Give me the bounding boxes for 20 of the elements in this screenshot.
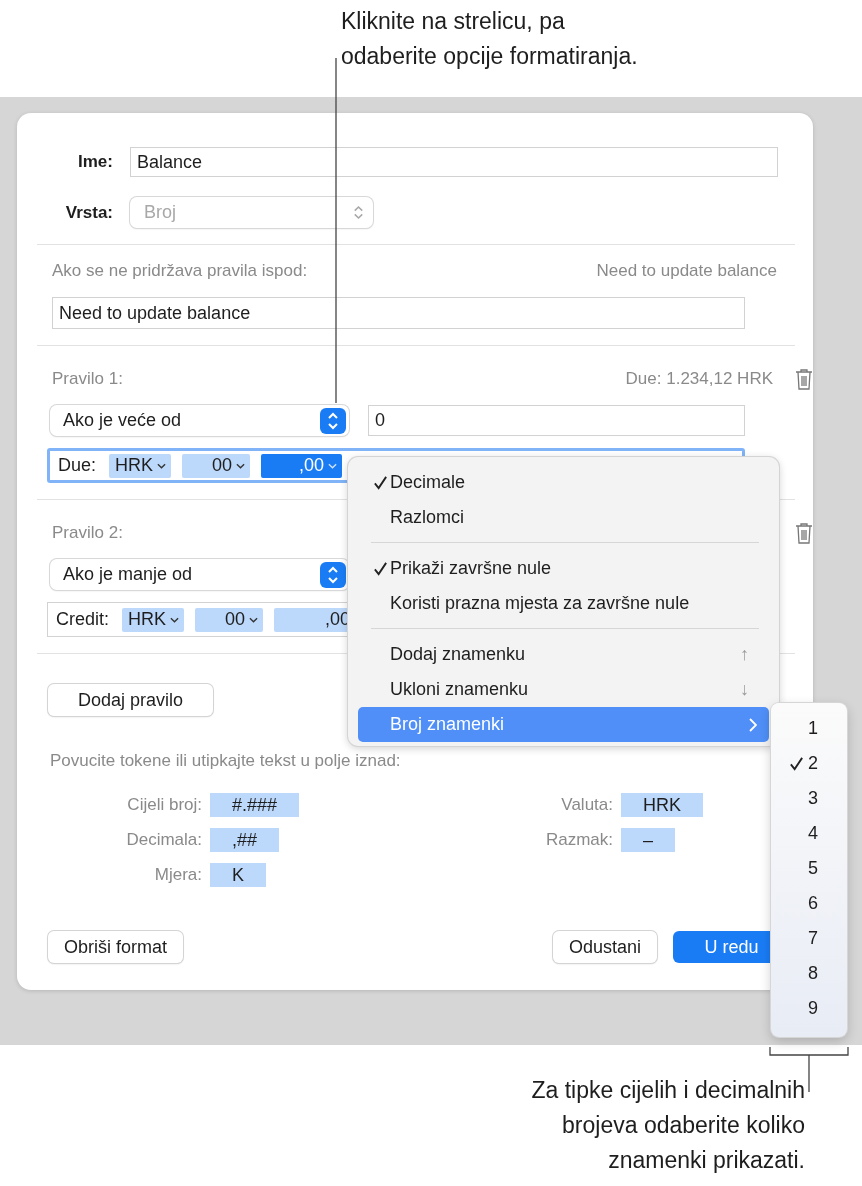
callout-text: brojeva odaberite koliko	[562, 1111, 805, 1140]
preview-text: Due: 1.234,12 HRK	[625, 369, 773, 389]
field-label: Vrsta:	[64, 202, 113, 223]
token-label: Cijeli broj:	[126, 795, 202, 815]
token-label: Razmak:	[544, 830, 613, 850]
preview-text: Need to update balance	[596, 261, 777, 281]
callout-text: Za tipke cijelih i decimalnih	[531, 1076, 805, 1105]
token-label: Valuta:	[560, 795, 613, 815]
field-label: Ime:	[77, 152, 113, 172]
rule-title: Pravilo 1:	[52, 369, 123, 389]
rule-title: Pravilo 2:	[52, 523, 123, 543]
hint-text: Povucite tokene ili utipkajte tekst u polje iznad:	[50, 751, 401, 771]
section-label: Ako se ne pridržava pravila ispod:	[52, 261, 308, 281]
callout-text: znamenki prikazati.	[608, 1146, 805, 1175]
callout-text: Kliknite na strelicu, pa	[341, 7, 566, 36]
token-label: Decimala:	[125, 830, 202, 850]
format-label: Credit:	[56, 609, 109, 630]
callout-text: odaberite opcije formatiranja.	[341, 42, 639, 71]
format-label: Due:	[58, 455, 97, 476]
token-label: Mjera:	[153, 865, 202, 885]
